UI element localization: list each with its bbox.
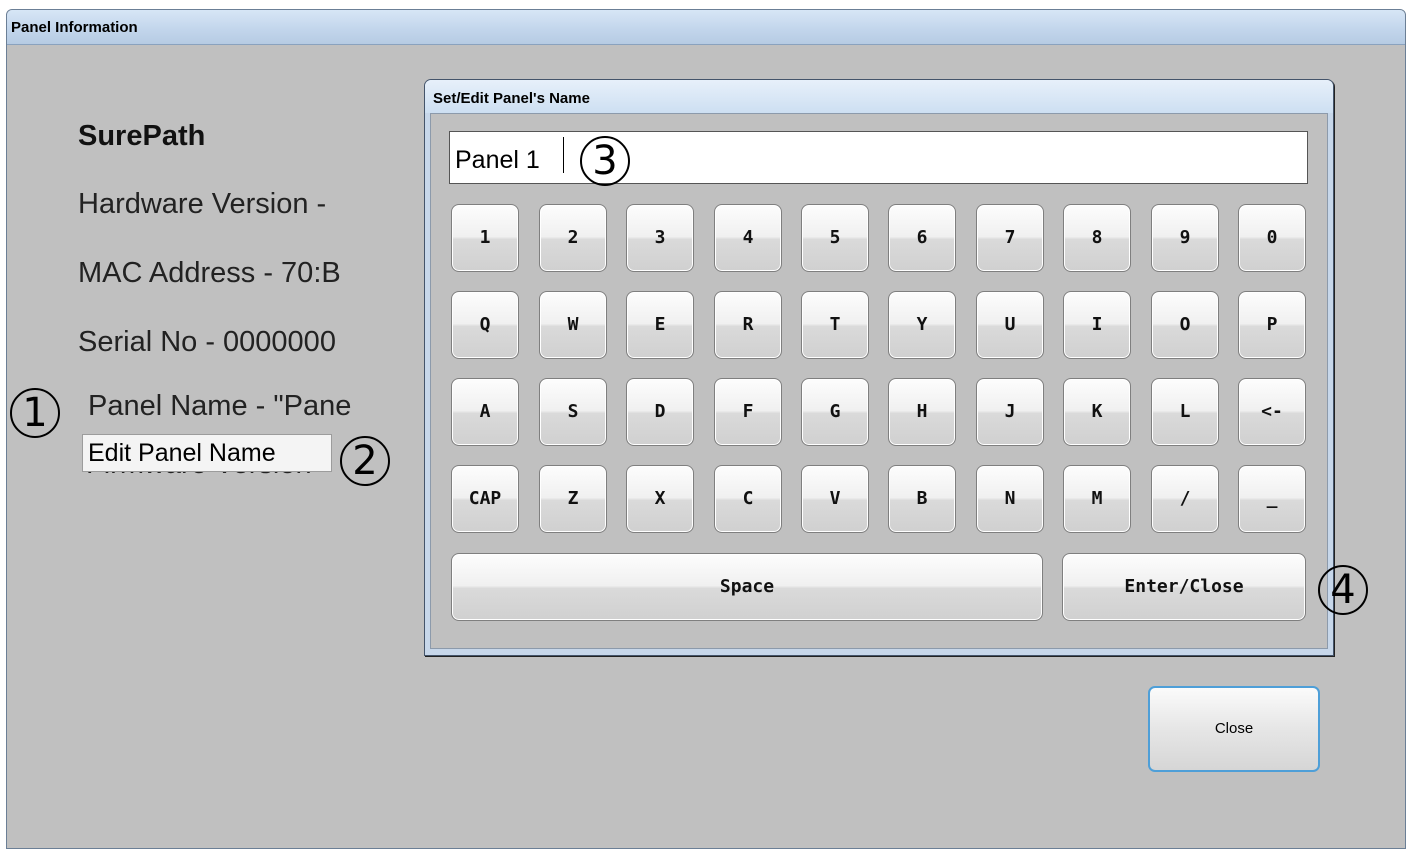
key-r[interactable]: R <box>714 291 782 359</box>
key-backspace[interactable]: <- <box>1238 378 1306 446</box>
brand-name: SurePath <box>78 120 206 152</box>
key-7[interactable]: 7 <box>976 204 1044 272</box>
callout-3: 3 <box>580 136 630 186</box>
key-p[interactable]: P <box>1238 291 1306 359</box>
key-a[interactable]: A <box>451 378 519 446</box>
dialog-title-bar: Set/Edit Panel's Name <box>425 80 1333 113</box>
key-b[interactable]: B <box>888 465 956 533</box>
key-q[interactable]: Q <box>451 291 519 359</box>
key-3[interactable]: 3 <box>626 204 694 272</box>
window-title-bar: Panel Information <box>7 10 1405 45</box>
key-k[interactable]: K <box>1063 378 1131 446</box>
key-5[interactable]: 5 <box>801 204 869 272</box>
key-g[interactable]: G <box>801 378 869 446</box>
key-8[interactable]: 8 <box>1063 204 1131 272</box>
key-s[interactable]: S <box>539 378 607 446</box>
key-underscore[interactable]: _ <box>1238 465 1306 533</box>
text-caret <box>563 137 564 173</box>
key-cap[interactable]: CAP <box>451 465 519 533</box>
key-x[interactable]: X <box>626 465 694 533</box>
callout-2: 2 <box>340 436 390 486</box>
window-title: Panel Information <box>11 19 138 36</box>
key-z[interactable]: Z <box>539 465 607 533</box>
callout-4: 4 <box>1318 565 1368 615</box>
panel-name-input[interactable] <box>449 131 1308 184</box>
key-y[interactable]: Y <box>888 291 956 359</box>
dialog-title: Set/Edit Panel's Name <box>433 90 590 107</box>
key-j[interactable]: J <box>976 378 1044 446</box>
key-2[interactable]: 2 <box>539 204 607 272</box>
key-c[interactable]: C <box>714 465 782 533</box>
key-o[interactable]: O <box>1151 291 1219 359</box>
close-button[interactable]: Close <box>1148 686 1320 772</box>
key-d[interactable]: D <box>626 378 694 446</box>
key-m[interactable]: M <box>1063 465 1131 533</box>
key-w[interactable]: W <box>539 291 607 359</box>
key-i[interactable]: I <box>1063 291 1131 359</box>
key-4[interactable]: 4 <box>714 204 782 272</box>
callout-1: 1 <box>10 388 60 438</box>
key-t[interactable]: T <box>801 291 869 359</box>
hardware-version-text: Hardware Version - <box>78 188 327 220</box>
edit-panel-name-button[interactable]: Edit Panel Name <box>82 434 332 472</box>
key-n[interactable]: N <box>976 465 1044 533</box>
key-l[interactable]: L <box>1151 378 1219 446</box>
key-enter-close[interactable]: Enter/Close <box>1062 553 1306 621</box>
key-f[interactable]: F <box>714 378 782 446</box>
key-space[interactable]: Space <box>451 553 1043 621</box>
key-v[interactable]: V <box>801 465 869 533</box>
key-u[interactable]: U <box>976 291 1044 359</box>
key-6[interactable]: 6 <box>888 204 956 272</box>
serial-number-text: Serial No - 0000000 <box>78 326 336 358</box>
key-0[interactable]: 0 <box>1238 204 1306 272</box>
key-slash[interactable]: / <box>1151 465 1219 533</box>
key-1[interactable]: 1 <box>451 204 519 272</box>
mac-address-text: MAC Address - 70:B <box>78 257 341 289</box>
key-9[interactable]: 9 <box>1151 204 1219 272</box>
panel-name-text: Panel Name - "Pane <box>88 390 352 422</box>
key-h[interactable]: H <box>888 378 956 446</box>
key-e[interactable]: E <box>626 291 694 359</box>
